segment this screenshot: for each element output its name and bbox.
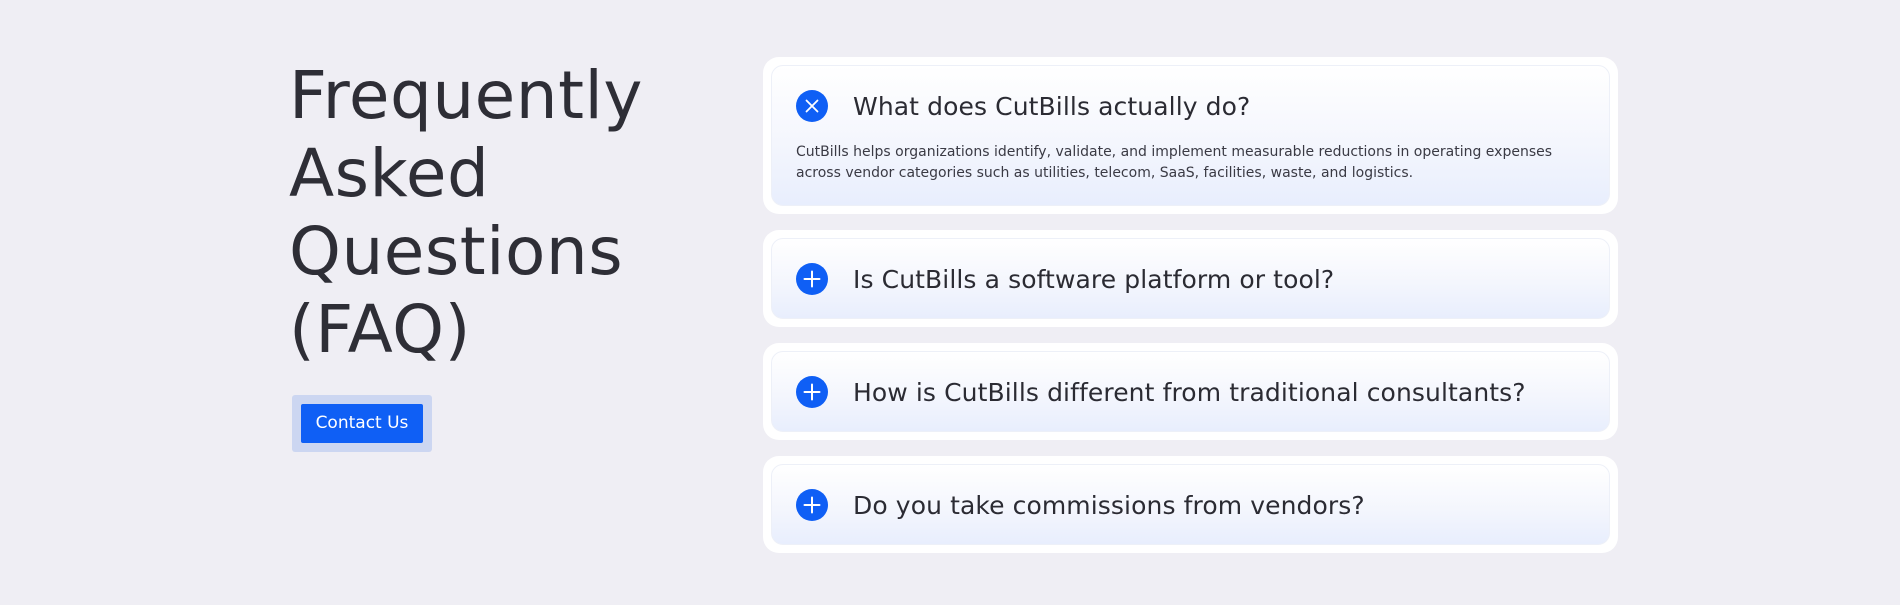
faq-question-toggle[interactable]: Is CutBills a software platform or tool? — [796, 239, 1585, 319]
faq-question: What does CutBills actually do? — [853, 91, 1251, 121]
faq-answer: CutBills helps organizations identify, v… — [796, 144, 1553, 181]
plus-icon[interactable] — [796, 489, 828, 521]
close-icon[interactable] — [796, 90, 828, 122]
faq-question: Do you take commissions from vendors? — [853, 490, 1365, 520]
faq-question-toggle[interactable]: Do you take commissions from vendors? — [796, 465, 1585, 545]
faq-item: Is CutBills a software platform or tool? — [763, 230, 1618, 327]
faq-question-toggle[interactable]: How is CutBills different from tradition… — [796, 352, 1585, 432]
faq-item-panel: Do you take commissions from vendors? — [771, 464, 1610, 545]
faq-item-panel: Is CutBills a software platform or tool? — [771, 238, 1610, 319]
contact-button-wrapper: Contact Us — [292, 395, 432, 452]
faq-list: What does CutBills actually do? CutBills… — [763, 57, 1618, 569]
faq-item: How is CutBills different from tradition… — [763, 343, 1618, 440]
contact-us-button[interactable]: Contact Us — [301, 404, 423, 443]
faq-item-panel: How is CutBills different from tradition… — [771, 351, 1610, 432]
plus-icon[interactable] — [796, 263, 828, 295]
faq-item: Do you take commissions from vendors? — [763, 456, 1618, 553]
faq-question: How is CutBills different from tradition… — [853, 377, 1526, 407]
page-title: Frequently Asked Questions (FAQ) — [289, 57, 643, 368]
plus-icon[interactable] — [796, 376, 828, 408]
faq-question-toggle[interactable]: What does CutBills actually do? — [796, 66, 1585, 146]
faq-question: Is CutBills a software platform or tool? — [853, 264, 1335, 294]
faq-item: What does CutBills actually do? CutBills… — [763, 57, 1618, 214]
faq-item-panel: What does CutBills actually do? CutBills… — [771, 65, 1610, 206]
